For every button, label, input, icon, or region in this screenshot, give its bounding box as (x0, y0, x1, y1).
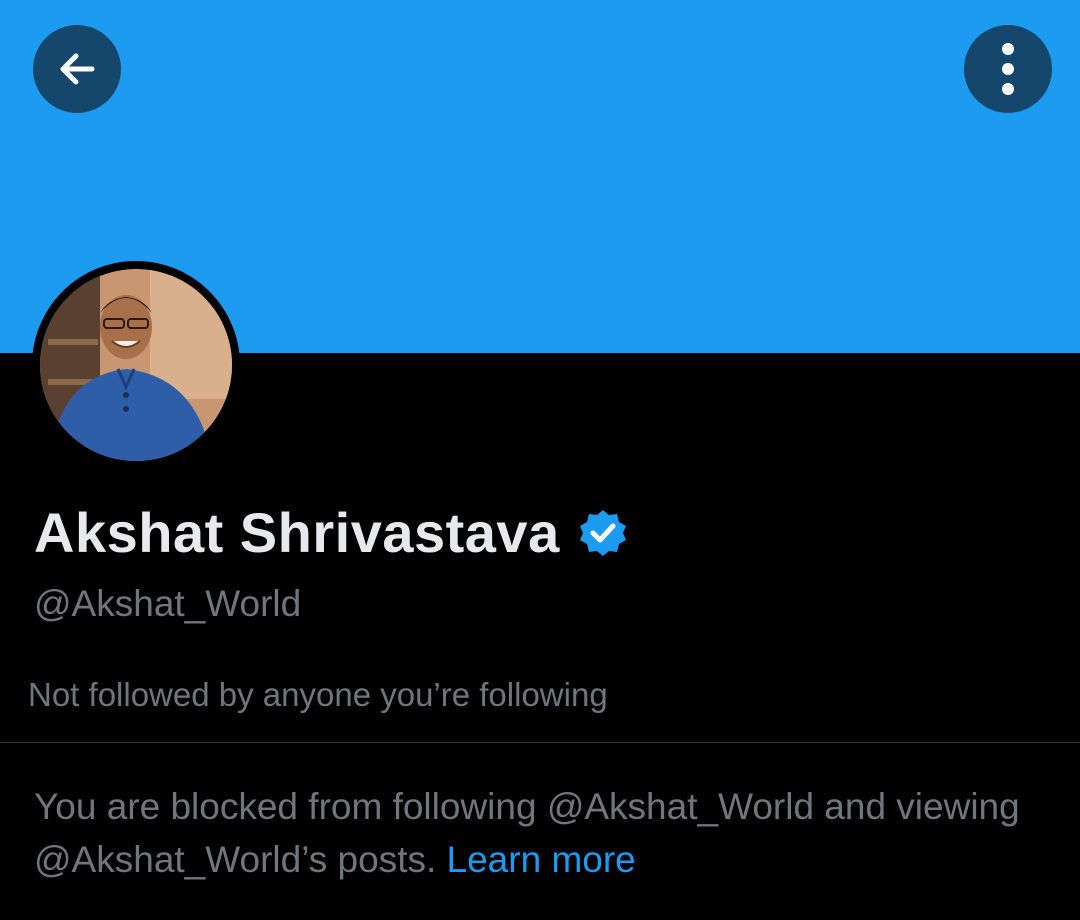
divider (0, 742, 1080, 743)
learn-more-link[interactable]: Learn more (447, 839, 636, 880)
profile-name-row: Akshat Shrivastava (34, 500, 628, 565)
more-vertical-icon (1002, 43, 1014, 95)
profile-photo (40, 269, 232, 461)
profile-page: Akshat Shrivastava @Akshat_World Not fol… (0, 0, 1080, 920)
verified-badge-icon[interactable] (578, 508, 628, 558)
blocked-notice: You are blocked from following @Akshat_W… (34, 780, 1064, 886)
back-button[interactable] (33, 25, 121, 113)
followers-you-know-note[interactable]: Not followed by anyone you’re following (28, 676, 608, 714)
profile-handle: @Akshat_World (34, 583, 302, 624)
arrow-left-icon (60, 53, 95, 85)
avatar[interactable] (32, 261, 240, 469)
display-name: Akshat Shrivastava (34, 501, 560, 564)
more-options-button[interactable] (964, 25, 1052, 113)
